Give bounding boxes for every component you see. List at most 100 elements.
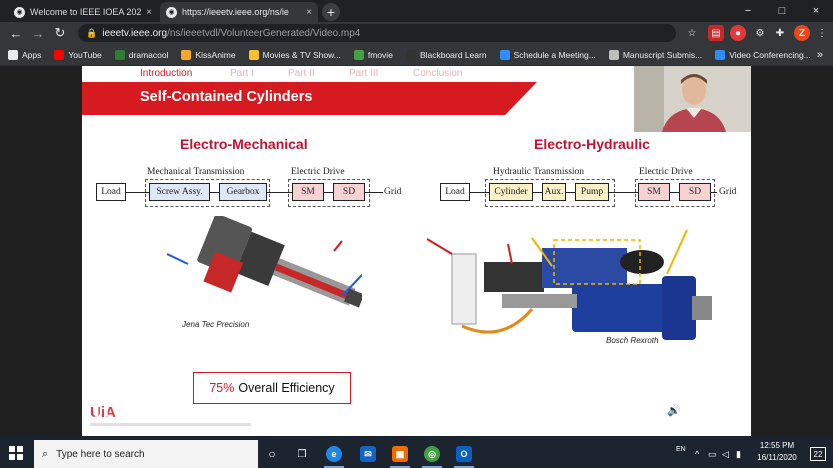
url-path: /ns/ieeetvdl/VolunteerGenerated/Video.mp… [167,27,361,39]
bookmark-icon [608,49,619,60]
bookmark-item[interactable]: Blackboard Learn [405,49,487,60]
bookmark-icon [54,49,65,60]
load-box: Load [96,183,126,201]
electro-hydraulic-actuator-illustration [426,229,712,340]
edge-taskbar-icon[interactable]: e [320,440,348,468]
address-bar[interactable]: 🔒 ieeetv.ieee.org/ns/ieeetvdl/VolunteerG… [78,24,676,42]
language-indicator[interactable]: EN [676,446,686,453]
video-time: 3:35 / 14:35 [114,405,165,416]
electric-drive-label: Electric Drive [291,167,345,177]
tab-video[interactable]: ◉ https://ieeetv.ieee.org/ns/ie × [160,2,318,22]
gearbox-box: Gearbox [219,183,267,201]
more-options-button[interactable]: ⋮ [732,403,743,416]
clock-time: 12:55 PM [759,441,795,450]
search-placeholder: Type here to search [56,448,145,460]
extensions-puzzle-icon[interactable]: ✚ [772,25,788,41]
back-button[interactable]: ← [8,25,24,41]
new-tab-button[interactable]: + [322,3,340,21]
chrome-menu-icon[interactable]: ⋮ [814,25,830,41]
video-progress-fill [90,423,251,426]
bookmark-icon [8,49,18,60]
electro-mechanical-actuator-illustration [166,216,362,308]
fullscreen-button[interactable]: ⛶ [699,404,707,417]
tray-chevron-icon[interactable]: ^ [695,449,699,459]
bookmark-label: Video Conferencing... [729,49,811,60]
extension-red-icon[interactable]: ● [730,25,746,41]
grid-label: Grid [384,187,402,197]
slide-nav-item: Part I [230,68,254,79]
windows-start-icon[interactable] [9,446,23,460]
window-controls: − □ × [731,0,833,22]
outlook-taskbar-icon[interactable]: O [450,440,478,468]
screw-assembly-box: Screw Assy. [149,183,210,201]
presenter-webcam [634,66,751,132]
bookmark-item[interactable]: Schedule a Meeting... [499,49,596,60]
bookmark-icon [181,49,192,60]
hydraulic-transmission-label: Hydraulic Transmission [493,167,585,177]
notifications-badge[interactable]: 22 [810,447,826,461]
cylinder-box: Cylinder [489,183,533,201]
pump-box: Pump [575,183,609,201]
bookmark-label: fmovie [367,49,393,60]
star-icon[interactable]: ☆ [684,25,700,41]
slide-nav-item: Conclusion [413,68,463,79]
pdf-extension-icon[interactable]: ▤ [708,25,724,41]
electro-hydraulic-heading: Electro-Hydraulic [534,136,650,152]
pause-button[interactable]: ❚❚ [92,404,110,417]
bookmark-item[interactable]: KissAnime [181,49,236,60]
slide-title-bar: Self-Contained Cylinders [82,82,537,115]
task-view-icon[interactable]: ❐ [288,440,316,468]
minimize-button[interactable]: − [731,0,765,22]
slide-nav-item: Part III [349,68,379,79]
bookmark-label: dramacool [128,49,169,60]
electric-drive-label: Electric Drive [639,167,693,177]
bookmark-item[interactable]: Video Conferencing... [715,49,811,60]
taskbar-search-box[interactable]: ⌕ Type here to search [34,440,258,468]
bookmark-item[interactable]: fmovie [353,49,393,60]
sm-box: SM [292,183,324,201]
bookmark-item[interactable]: dramacool [114,49,169,60]
bookmark-item[interactable]: Manuscript Submis... [608,49,703,60]
chrome-taskbar-icon[interactable]: ◎ [418,440,446,468]
bookmark-label: Movies & TV Show... [262,49,341,60]
clock-date: 16/11/2020 [757,453,797,462]
mail-taskbar-icon[interactable]: ✉ [354,440,382,468]
efficiency-label: Overall Efficiency [238,381,335,395]
tab-welcome[interactable]: ◉ Welcome to IEEE IOEA 2021 × [8,2,158,22]
speaker-icon[interactable]: ◁ [722,449,729,460]
video-progress-bar[interactable] [90,423,744,426]
tab-close-icon[interactable]: × [306,7,312,18]
taskbar-clock[interactable]: 12:55 PM 16/11/2020 [752,440,802,464]
network-icon[interactable]: ▭ [708,449,717,460]
battery-icon[interactable]: ▮ [736,449,741,460]
cortana-icon[interactable]: ○ [258,440,286,468]
bookmarks-bar: Apps YouTube dramacool KissAnime Movies & TV… [0,44,833,66]
jena-tec-caption: Jena Tec Precision [182,320,250,329]
url-host: ieeetv.ieee.org [102,27,168,39]
bookmark-label: Apps [22,49,42,60]
bookmark-label: YouTube [68,49,102,60]
extension-gear-icon[interactable]: ⚙ [752,25,768,41]
reload-button[interactable]: ↻ [52,25,68,41]
bookmark-icon [715,49,726,60]
volume-button[interactable]: 🔊 [667,404,681,417]
store-taskbar-icon[interactable]: ▦ [386,440,414,468]
tab-close-icon[interactable]: × [146,7,152,18]
bookmark-label: Blackboard Learn [419,49,487,60]
bookmark-label: Manuscript Submis... [622,49,703,60]
slide-nav-item: Introduction [140,68,193,79]
bookmark-item[interactable]: YouTube [54,49,102,60]
electro-mechanical-heading: Electro-Mechanical [180,136,308,152]
aux-box: Aux. [542,183,566,201]
sd-box: SD [679,183,711,201]
maximize-button[interactable]: □ [765,0,799,22]
browser-toolbar: ← → ↻ 🔒 ieeetv.ieee.org/ns/ieeetvdl/Volu… [0,22,833,44]
bookmark-item[interactable]: Apps [8,49,42,60]
tab-title: https://ieeetv.ieee.org/ns/ie [182,7,289,17]
forward-button[interactable]: → [30,25,46,41]
profile-avatar[interactable]: Z [794,25,810,41]
slide-nav-item: Part II [288,68,315,79]
bookmark-item[interactable]: Movies & TV Show... [248,49,341,60]
bookmarks-overflow-button[interactable]: » [817,49,823,61]
close-window-button[interactable]: × [799,0,833,22]
